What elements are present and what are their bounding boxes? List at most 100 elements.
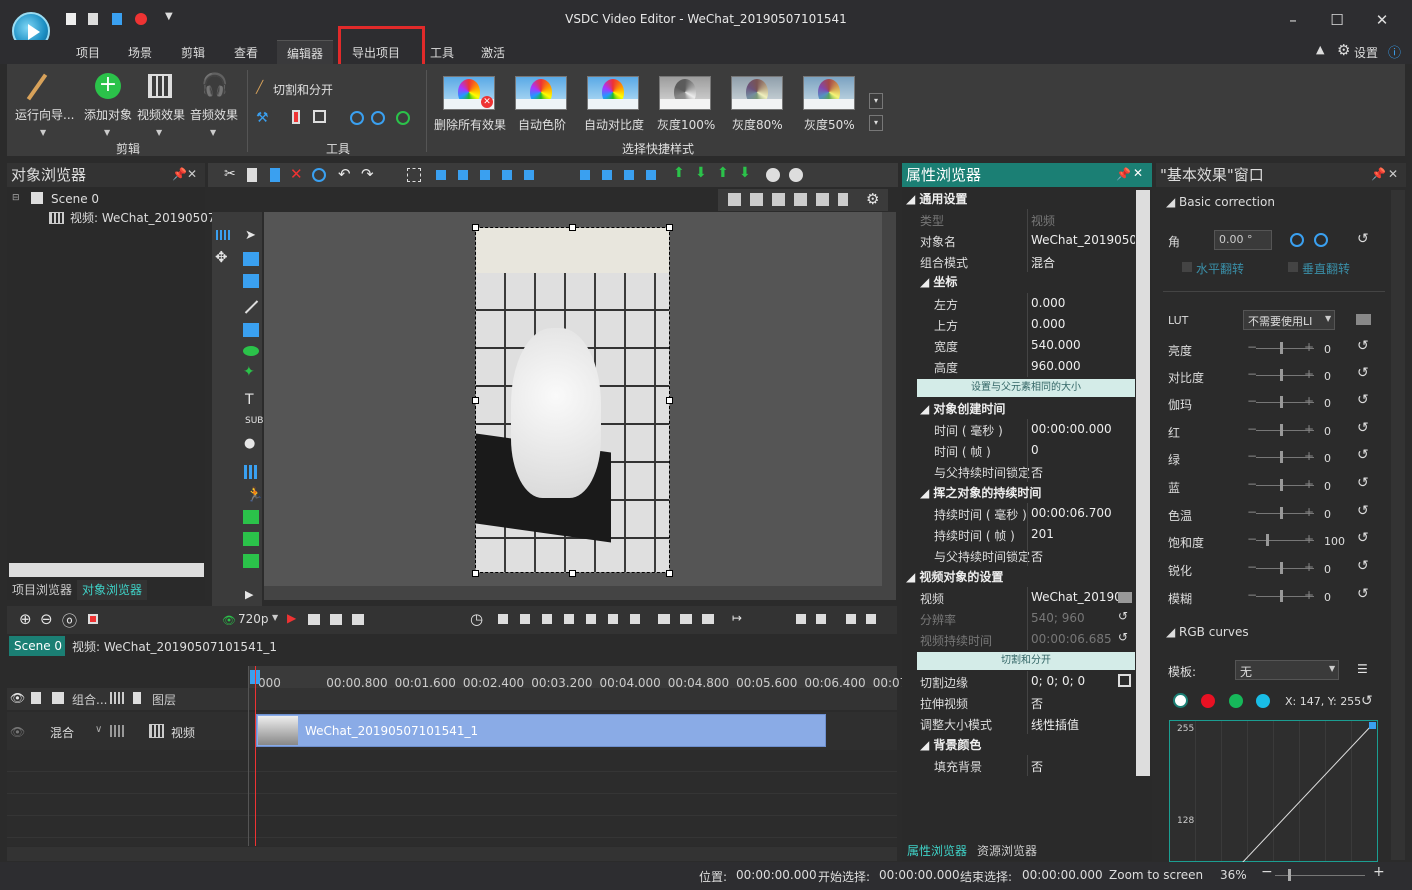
resize-handle[interactable]: [472, 570, 479, 577]
slider-plus-icon[interactable]: +: [1304, 588, 1314, 602]
menu-project[interactable]: 项目: [76, 44, 100, 64]
text-box-icon[interactable]: [243, 274, 259, 288]
slider-minus-icon[interactable]: −: [1247, 477, 1257, 491]
slider-knob[interactable]: [1280, 424, 1283, 436]
split-controls[interactable]: [658, 614, 718, 624]
transport-controls[interactable]: [498, 614, 646, 624]
timeline-empty-rows[interactable]: [7, 750, 897, 846]
zoom-controls[interactable]: [796, 614, 826, 624]
snap-icon[interactable]: ⓞ: [62, 610, 77, 631]
resolution-dropdown-icon[interactable]: ▼: [272, 613, 278, 622]
move-up-icon[interactable]: ⬆: [717, 165, 729, 181]
reset-duration-icon[interactable]: ↺: [1118, 630, 1128, 644]
slider-reset-icon[interactable]: ↺: [1357, 558, 1369, 574]
lut-dropdown-icon[interactable]: ▼: [1325, 314, 1331, 323]
curve-green-channel[interactable]: [1229, 694, 1243, 708]
gear-icon[interactable]: ⚙: [1337, 41, 1350, 59]
hflip-checkbox[interactable]: [1182, 262, 1192, 272]
slider-reset-icon[interactable]: ↺: [1357, 475, 1369, 491]
menu-editor[interactable]: 编辑器: [277, 40, 333, 64]
resize-handle[interactable]: [569, 224, 576, 231]
scissors-icon[interactable]: ✂: [224, 166, 236, 182]
prop-blend[interactable]: 组合模式 混合: [917, 251, 1135, 272]
zoom-in-icon[interactable]: +: [1373, 864, 1385, 880]
zoom-slider-knob[interactable]: [1288, 869, 1291, 881]
clock-icon[interactable]: ◷: [470, 610, 483, 628]
row-visibility-icon[interactable]: 👁: [10, 725, 25, 739]
cut-split-prop-button[interactable]: 切割和分开: [917, 652, 1135, 670]
prop-time-frame[interactable]: 时间 ( 帧 ) 0: [917, 440, 1135, 461]
play-preview-icon[interactable]: ▶: [287, 611, 296, 625]
slider-minus-icon[interactable]: −: [1247, 532, 1257, 546]
quick-style-auto-contrast[interactable]: [587, 76, 639, 110]
rotate-left-90-icon[interactable]: [350, 111, 364, 125]
curve-graph[interactable]: [1169, 720, 1378, 863]
resize-handle[interactable]: [666, 570, 673, 577]
lut-folder-icon[interactable]: [1356, 314, 1371, 325]
slider-plus-icon[interactable]: +: [1304, 477, 1314, 491]
visibility-icon[interactable]: 👁: [10, 691, 25, 705]
prop-left[interactable]: 左方 0.000: [917, 293, 1135, 314]
slider-knob[interactable]: [1266, 534, 1269, 546]
slider-reset-icon[interactable]: ↺: [1357, 420, 1369, 436]
effects-scrollbar[interactable]: [1391, 190, 1405, 860]
canvas-horizontal-scrollbar[interactable]: [264, 586, 896, 600]
slider-reset-icon[interactable]: ↺: [1357, 503, 1369, 519]
image-icon[interactable]: [243, 510, 259, 524]
add-object-button[interactable]: 添加对象: [84, 106, 132, 123]
prop-name[interactable]: 对象名 WeChat_20190507: [917, 230, 1135, 251]
reset-angle-icon[interactable]: ↺: [1357, 231, 1369, 247]
slider-minus-icon[interactable]: −: [1247, 394, 1257, 408]
menu-scene[interactable]: 场景: [128, 44, 152, 64]
tool-wrench-icon[interactable]: ⚒: [256, 110, 269, 126]
row-blend-mode[interactable]: 混合: [50, 724, 74, 741]
rotate-right-90-icon[interactable]: [371, 111, 385, 125]
section-general[interactable]: ◢ 通用设置: [906, 190, 1135, 211]
tab-clip[interactable]: 视频: WeChat_20190507101541_1: [72, 638, 277, 655]
slider-reset-icon[interactable]: ↺: [1357, 530, 1369, 546]
redo-icon[interactable]: ↷: [361, 165, 374, 183]
video-icon[interactable]: [243, 554, 259, 568]
section-bg-color[interactable]: ◢ 背景颜色: [920, 736, 1149, 757]
preview-settings-icon[interactable]: ⚙: [866, 190, 879, 208]
section-duration[interactable]: ◢ 挥之对象的持续时间: [920, 484, 1149, 505]
cursor-icon[interactable]: ➤: [245, 228, 256, 243]
template-list-icon[interactable]: ☰: [1357, 662, 1368, 676]
slider-plus-icon[interactable]: +: [1304, 422, 1314, 436]
tab-object-explorer[interactable]: 对象浏览器: [77, 580, 148, 600]
prop-duration-frame[interactable]: 持续时间 ( 帧 ) 201: [917, 524, 1135, 545]
slider-knob[interactable]: [1280, 507, 1283, 519]
row-blend-dropdown-icon[interactable]: ∨: [95, 724, 102, 735]
tab-scene[interactable]: Scene 0: [9, 636, 65, 656]
browse-folder-icon[interactable]: [1118, 592, 1132, 603]
tree-video-item[interactable]: 视频: WeChat_20190507: [70, 208, 216, 228]
angle-input[interactable]: 0.00 °: [1214, 230, 1272, 250]
crop-icon[interactable]: [313, 110, 326, 123]
delete-icon[interactable]: ✕: [290, 165, 303, 183]
slider-knob[interactable]: [1280, 369, 1283, 381]
rectangle-select-icon[interactable]: [243, 252, 259, 266]
prop-lock[interactable]: 与父持续时间锁定否: [917, 461, 1135, 482]
close-icon[interactable]: ✕: [1372, 10, 1392, 30]
slider-knob[interactable]: [1280, 342, 1283, 354]
prop-video[interactable]: 视频 WeChat_20190: [917, 587, 1135, 608]
animation-icon[interactable]: 🏃: [246, 487, 263, 503]
template-dropdown-icon[interactable]: ▼: [1329, 664, 1335, 673]
fx-pin-icon[interactable]: 📌: [1371, 167, 1386, 181]
section-create-time[interactable]: ◢ 对象创建时间: [920, 400, 1149, 421]
slider-plus-icon[interactable]: +: [1304, 532, 1314, 546]
audio-effects-dropdown-icon[interactable]: ▼: [210, 128, 216, 137]
remove-layer-icon[interactable]: ⊖: [40, 610, 53, 628]
prop-top[interactable]: 上方 0.000: [917, 314, 1135, 335]
quick-style-gray-50[interactable]: [803, 76, 855, 110]
rotate-left-icon[interactable]: [1290, 233, 1304, 247]
prop-crop[interactable]: 切割边缘 0; 0; 0; 0: [917, 671, 1135, 692]
resize-handle[interactable]: [472, 224, 479, 231]
undo-icon[interactable]: ↶: [338, 165, 351, 183]
tree-collapse-icon[interactable]: ⊟: [12, 193, 20, 203]
rgb-curves-header[interactable]: ◢ RGB curves: [1166, 625, 1249, 639]
polygon-icon[interactable]: ✦: [243, 364, 255, 380]
slider-minus-icon[interactable]: −: [1247, 588, 1257, 602]
lut-select[interactable]: 不需要使用LI: [1243, 310, 1335, 330]
move-bottom-icon[interactable]: ⬇: [739, 165, 751, 181]
